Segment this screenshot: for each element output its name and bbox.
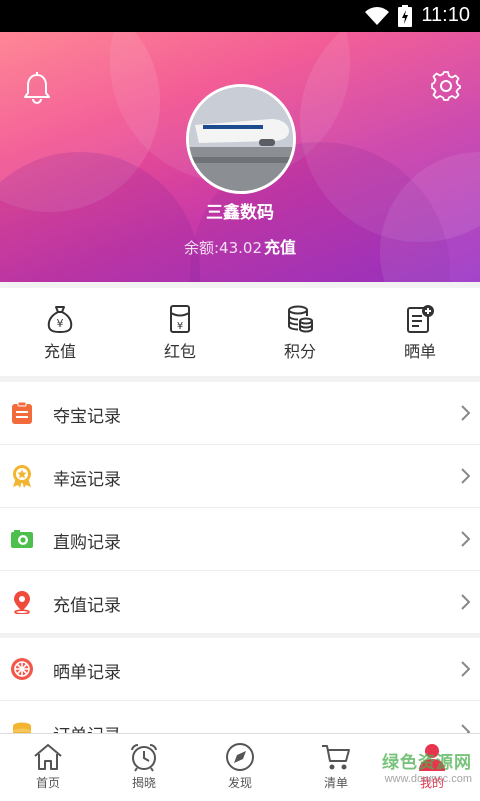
quick-actions-bar: ¥ 充值 ¥ 红包 积分 晒单 (0, 288, 480, 376)
chevron-right-icon (461, 594, 470, 610)
location-pin-icon (14, 591, 30, 614)
wifi-icon (365, 7, 389, 25)
chevron-right-icon (461, 531, 470, 547)
chevron-right-icon (461, 405, 470, 421)
list-item-lucky-records[interactable]: 幸运记录 (0, 445, 480, 508)
cart-icon (322, 745, 350, 770)
quick-action-recharge[interactable]: ¥ 充值 (0, 288, 120, 376)
avatar[interactable] (186, 84, 296, 194)
wheel-icon (11, 658, 33, 680)
balance-label: 余额: (183, 239, 220, 257)
list-item-recharge-records[interactable]: 充值记录 (0, 571, 480, 633)
list-item-label: 直购记录 (53, 533, 121, 553)
chevron-right-icon (461, 661, 470, 677)
quick-action-points[interactable]: 积分 (240, 288, 360, 376)
red-envelope-icon: ¥ (170, 305, 190, 333)
list-item-label: 幸运记录 (53, 470, 121, 490)
records-list-primary: 夺宝记录 幸运记录 直购记录 充值记录 (0, 382, 480, 633)
tab-reveal[interactable]: 揭晓 (96, 734, 192, 801)
recharge-link[interactable]: 充值 (264, 238, 296, 257)
list-item-label: 晒单记录 (53, 663, 121, 683)
quick-action-label: 积分 (283, 342, 316, 361)
tab-label: 清单 (323, 776, 348, 790)
money-bag-icon: ¥ (47, 306, 73, 334)
list-item-label: 充值记录 (53, 596, 121, 616)
clipboard-icon (12, 401, 32, 424)
note-plus-icon (407, 305, 434, 333)
coins-icon (13, 722, 31, 733)
battery-icon (398, 5, 412, 27)
balance-value: 43.02 (219, 239, 262, 257)
camera-icon (11, 530, 33, 548)
gear-icon[interactable] (430, 70, 462, 102)
quick-action-label: 红包 (163, 342, 196, 361)
tab-list[interactable]: 清单 (288, 734, 384, 801)
list-item-share-records[interactable]: 晒单记录 (0, 638, 480, 701)
watermark-title: 绿色资源网 (382, 753, 472, 772)
home-icon (34, 744, 62, 770)
profile-header: 三鑫数码 余额:43.02 充值 (0, 32, 480, 282)
bell-icon[interactable] (22, 72, 52, 104)
compass-icon (226, 743, 254, 771)
alarm-clock-icon (131, 743, 157, 772)
quick-action-share-order[interactable]: 晒单 (360, 288, 480, 376)
username: 三鑫数码 (206, 203, 274, 223)
status-time: 11:10 (421, 4, 470, 26)
chevron-right-icon (461, 468, 470, 484)
tab-label: 首页 (35, 776, 60, 790)
tab-discover[interactable]: 发现 (192, 734, 288, 801)
status-bar: 11:10 (0, 0, 480, 32)
quick-action-label: 晒单 (403, 342, 436, 361)
list-item-direct-purchase-records[interactable]: 直购记录 (0, 508, 480, 571)
tab-label: 揭晓 (131, 776, 156, 790)
quick-action-label: 充值 (43, 342, 76, 361)
list-item-label: 订单记录 (53, 721, 121, 733)
list-item-treasure-records[interactable]: 夺宝记录 (0, 382, 480, 445)
list-item-label: 夺宝记录 (53, 407, 121, 427)
airplane-photo (189, 87, 293, 191)
svg-text:¥: ¥ (177, 321, 183, 332)
balance-line: 余额:43.02 充值 (0, 234, 480, 258)
list-item-order-records[interactable]: 订单记录 (0, 701, 480, 733)
records-list-secondary: 晒单记录 订单记录 (0, 638, 480, 733)
watermark: 绿色资源网 www.downcc.com (382, 748, 472, 785)
quick-action-red-envelope[interactable]: ¥ 红包 (120, 288, 240, 376)
chevron-right-icon (461, 724, 470, 733)
coins-stack-icon (288, 305, 313, 333)
svg-text:¥: ¥ (57, 317, 64, 330)
watermark-url: www.downcc.com (384, 773, 472, 785)
tab-label: 发现 (227, 776, 252, 790)
tab-home[interactable]: 首页 (0, 734, 96, 801)
medal-icon (13, 465, 31, 488)
